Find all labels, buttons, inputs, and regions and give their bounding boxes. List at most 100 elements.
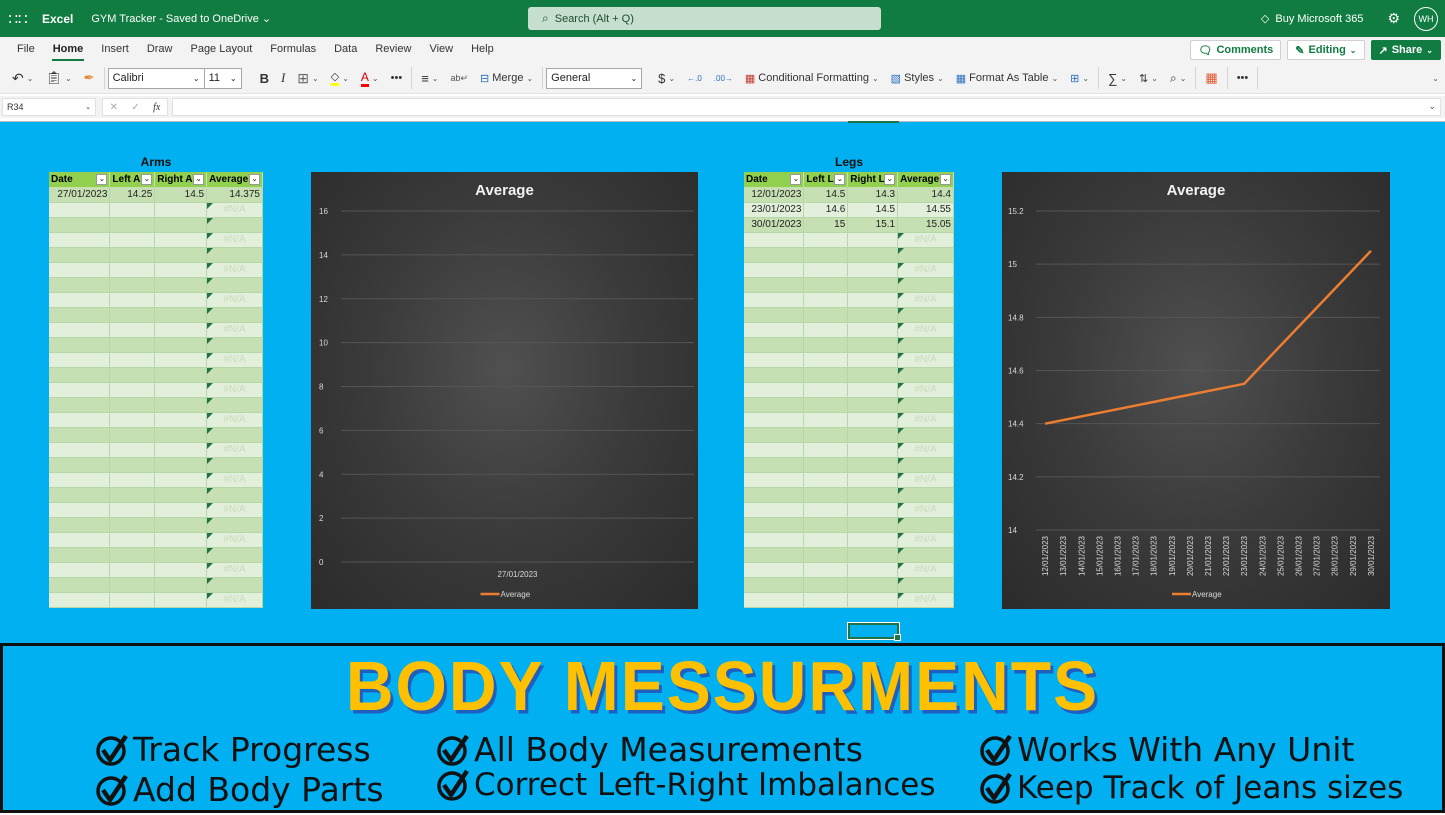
enter-icon[interactable]: ✓	[131, 102, 139, 113]
table-cell[interactable]	[207, 277, 263, 292]
table-cell[interactable]	[898, 367, 954, 382]
table-cell[interactable]	[848, 487, 898, 502]
table-cell[interactable]	[49, 457, 110, 472]
table-cell[interactable]: #N/A	[207, 412, 263, 427]
table-cell[interactable]	[49, 382, 110, 397]
error-indicator-icon[interactable]	[207, 308, 213, 314]
table-cell[interactable]: 27/01/2023	[49, 187, 110, 202]
error-indicator-icon[interactable]	[898, 473, 904, 479]
number-format-dropdown[interactable]: General⌄	[546, 68, 642, 89]
table-cell[interactable]	[49, 262, 110, 277]
table-cell[interactable]	[848, 277, 898, 292]
column-header[interactable]: Average⌄	[898, 172, 954, 187]
comments-button[interactable]: 🗨︎ Comments	[1190, 40, 1281, 60]
table-cell[interactable]	[744, 292, 804, 307]
error-indicator-icon[interactable]	[207, 563, 213, 569]
table-cell[interactable]: #N/A	[207, 532, 263, 547]
table-cell[interactable]	[110, 562, 155, 577]
table-cell[interactable]	[207, 517, 263, 532]
table-cell[interactable]	[155, 217, 207, 232]
table-cell[interactable]	[804, 577, 848, 592]
table-cell[interactable]	[49, 517, 110, 532]
table-cell[interactable]	[49, 547, 110, 562]
table-cell[interactable]	[155, 562, 207, 577]
find-button[interactable]: ⌕⌄	[1164, 66, 1192, 90]
table-cell[interactable]	[155, 352, 207, 367]
table-cell[interactable]	[848, 322, 898, 337]
table-cell[interactable]	[804, 337, 848, 352]
table-cell[interactable]	[207, 217, 263, 232]
error-indicator-icon[interactable]	[898, 353, 904, 359]
table-cell[interactable]: 14.375	[207, 187, 263, 202]
table-cell[interactable]	[848, 307, 898, 322]
conditional-formatting-button[interactable]: ▦Conditional Formatting⌄	[739, 66, 885, 90]
table-cell[interactable]	[804, 562, 848, 577]
table-cell[interactable]: #N/A	[207, 442, 263, 457]
error-indicator-icon[interactable]	[207, 443, 213, 449]
table-cell[interactable]	[744, 592, 804, 607]
table-cell[interactable]	[49, 487, 110, 502]
table-cell[interactable]	[744, 427, 804, 442]
error-indicator-icon[interactable]	[207, 398, 213, 404]
table-cell[interactable]: 23/01/2023	[744, 202, 804, 217]
table-cell[interactable]	[898, 577, 954, 592]
app-launcher-icon[interactable]: ∷∷	[0, 0, 36, 37]
borders-button[interactable]: ⊞⌄	[291, 66, 324, 90]
font-name-dropdown[interactable]: Calibri⌄	[108, 68, 205, 89]
table-cell[interactable]: #N/A	[207, 562, 263, 577]
error-indicator-icon[interactable]	[207, 368, 213, 374]
table-cell[interactable]	[110, 517, 155, 532]
table-cell[interactable]	[744, 502, 804, 517]
error-indicator-icon[interactable]	[207, 548, 213, 554]
error-indicator-icon[interactable]	[898, 308, 904, 314]
table-cell[interactable]	[110, 202, 155, 217]
tab-file[interactable]: File	[0, 37, 44, 63]
column-header[interactable]: Right A⌄	[155, 172, 207, 187]
error-indicator-icon[interactable]	[207, 218, 213, 224]
table-cell[interactable]	[49, 232, 110, 247]
filter-dropdown-icon[interactable]: ⌄	[834, 174, 845, 185]
table-cell[interactable]	[744, 337, 804, 352]
table-cell[interactable]: #N/A	[898, 442, 954, 457]
merge-button[interactable]: ⊟Merge⌄	[474, 66, 539, 90]
error-indicator-icon[interactable]	[207, 353, 213, 359]
table-cell[interactable]: 30/01/2023	[744, 217, 804, 232]
table-cell[interactable]: 14.6	[804, 202, 848, 217]
table-cell[interactable]	[49, 322, 110, 337]
table-cell[interactable]	[155, 232, 207, 247]
table-cell[interactable]: 14.55	[898, 202, 954, 217]
table-cell[interactable]	[49, 352, 110, 367]
table-cell[interactable]	[804, 502, 848, 517]
table-cell[interactable]	[744, 577, 804, 592]
table-cell[interactable]	[848, 247, 898, 262]
table-cell[interactable]	[744, 382, 804, 397]
table-cell[interactable]	[49, 412, 110, 427]
column-header[interactable]: Right L⌄	[848, 172, 898, 187]
table-cell[interactable]	[898, 247, 954, 262]
table-cell[interactable]	[804, 547, 848, 562]
table-cell[interactable]: 14.5	[848, 202, 898, 217]
table-cell[interactable]	[110, 247, 155, 262]
table-cell[interactable]	[207, 457, 263, 472]
arms-table[interactable]: Date⌄Left A⌄Right A⌄Average⌄ 27/01/20231…	[49, 172, 263, 608]
error-indicator-icon[interactable]	[898, 503, 904, 509]
table-cell[interactable]	[49, 562, 110, 577]
filter-dropdown-icon[interactable]: ⌄	[940, 174, 951, 185]
table-cell[interactable]	[207, 337, 263, 352]
table-cell[interactable]	[804, 307, 848, 322]
table-cell[interactable]	[155, 277, 207, 292]
column-header[interactable]: Date⌄	[744, 172, 804, 187]
error-indicator-icon[interactable]	[207, 593, 213, 599]
table-cell[interactable]: 14.5	[804, 187, 848, 202]
table-cell[interactable]	[155, 307, 207, 322]
table-cell[interactable]	[155, 382, 207, 397]
table-cell[interactable]	[898, 337, 954, 352]
table-cell[interactable]: #N/A	[207, 382, 263, 397]
error-indicator-icon[interactable]	[898, 443, 904, 449]
table-cell[interactable]	[744, 517, 804, 532]
table-cell[interactable]	[49, 502, 110, 517]
table-cell[interactable]	[744, 532, 804, 547]
table-cell[interactable]: #N/A	[207, 232, 263, 247]
table-cell[interactable]	[110, 412, 155, 427]
editing-mode-button[interactable]: ✎ Editing ⌄	[1287, 40, 1364, 60]
